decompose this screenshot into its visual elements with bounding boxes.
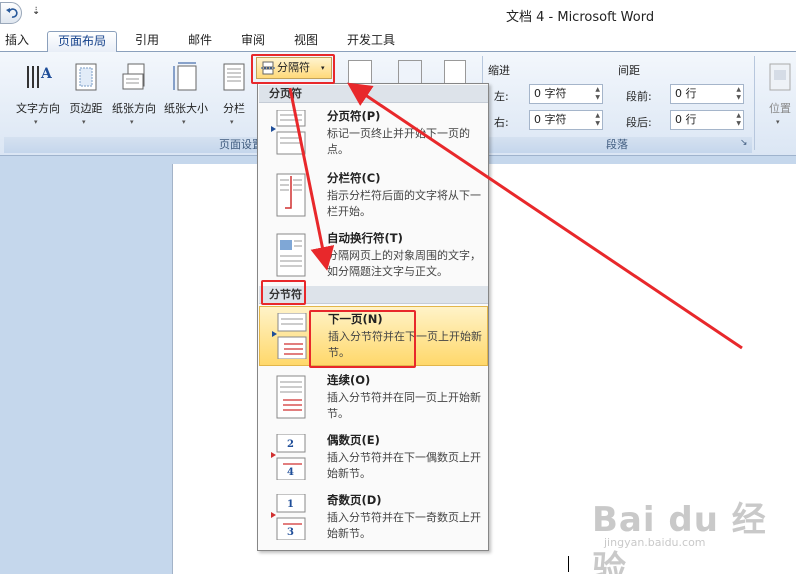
arrow-to-section-breaks [288, 87, 335, 271]
baidu-watermark: Bai du 经验 jingyan.baidu.com [592, 492, 796, 574]
arrow-to-breaks-button [347, 82, 743, 350]
annotation-arrows [288, 82, 743, 350]
watermark-url: jingyan.baidu.com [604, 536, 706, 549]
